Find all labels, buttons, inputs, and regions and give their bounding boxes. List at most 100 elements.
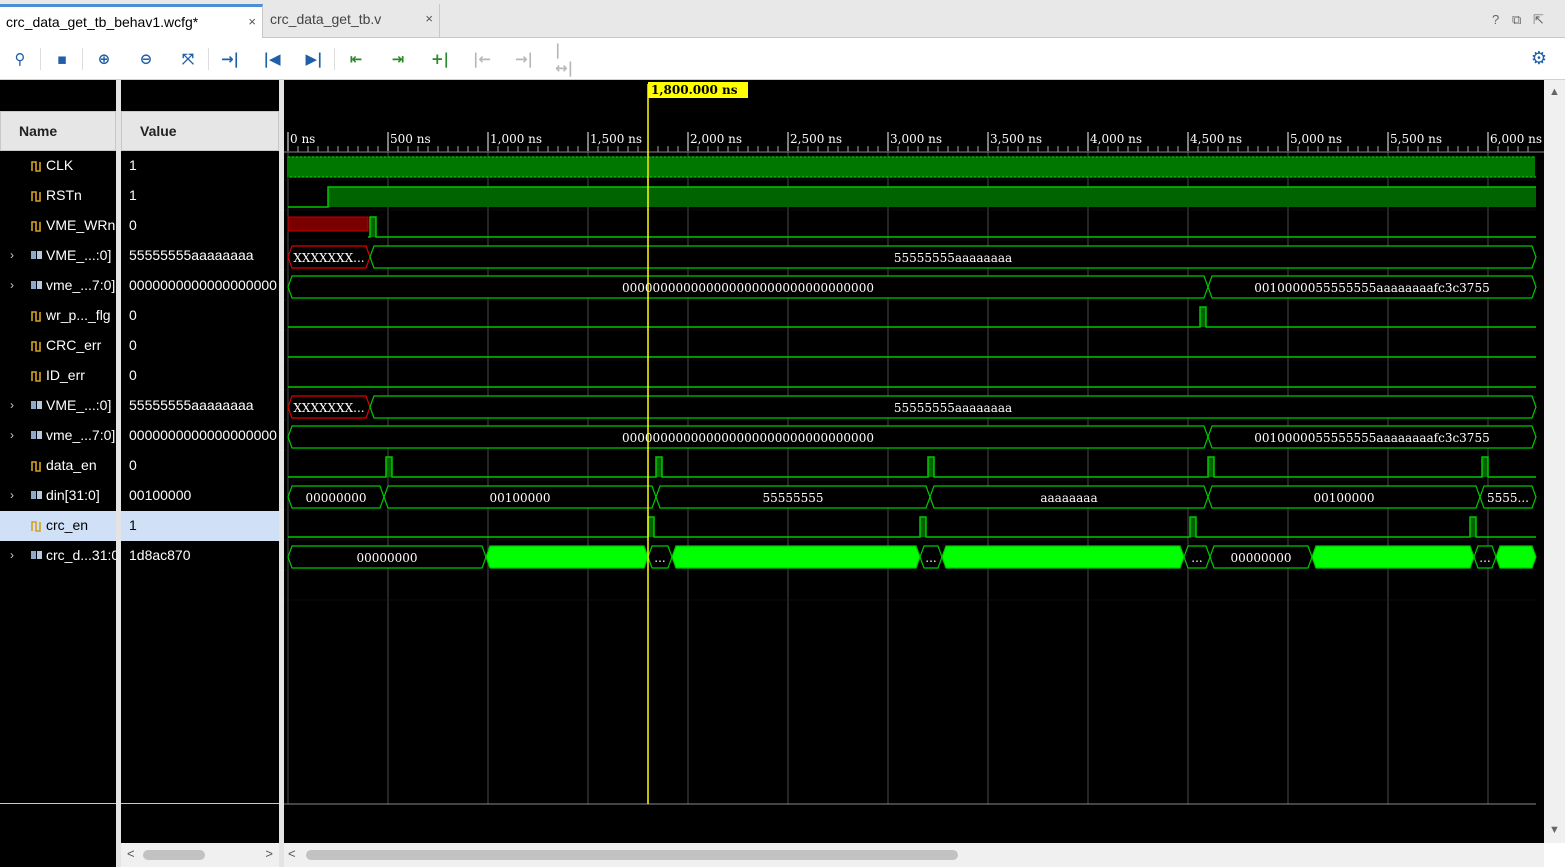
help-icon[interactable]: ? — [1492, 12, 1499, 27]
signal-name: VME_WRn — [46, 217, 116, 233]
swap-cursors-icon[interactable]: |↔| — [555, 41, 577, 77]
signal-name-row[interactable]: › vme_...7:0] — [0, 421, 116, 451]
signal-value[interactable]: 55555555aaaaaaaa — [121, 391, 279, 421]
signal-value[interactable]: 1 — [121, 151, 279, 181]
signal-name-row[interactable]: crc_en — [0, 511, 116, 541]
bit-signal-icon — [30, 158, 42, 174]
toolbar-separator — [334, 48, 335, 70]
signal-value[interactable]: 1 — [121, 181, 279, 211]
signal-value[interactable]: 0 — [121, 451, 279, 481]
scroll-left-icon[interactable]: < — [127, 846, 135, 861]
signal-name-row[interactable]: RSTn — [0, 181, 116, 211]
data-en-waveform-fill — [928, 457, 934, 477]
signal-name: CRC_err — [46, 337, 102, 353]
go-to-cursor-icon[interactable]: →| — [219, 48, 241, 70]
value-horizontal-scrollbar[interactable]: < > — [121, 843, 279, 867]
chevron-right-icon[interactable]: › — [10, 548, 14, 562]
add-marker-icon[interactable]: +| — [429, 48, 451, 70]
crc-data-waveform-segment — [1311, 545, 1475, 569]
value-column-header[interactable]: Value — [121, 111, 279, 151]
signal-value[interactable]: 1 — [121, 511, 279, 541]
gear-icon[interactable]: ⚙ — [1531, 48, 1547, 69]
vme-in-a-waveform-value-label: 55555555aaaaaaaa — [894, 251, 1012, 265]
din-waveform-value-label: 5555... — [1487, 491, 1529, 505]
chevron-right-icon[interactable]: › — [10, 488, 14, 502]
wave-horizontal-scrollbar[interactable]: < — [284, 843, 1544, 867]
close-icon[interactable]: × — [248, 7, 256, 37]
din-waveform-value-label: aaaaaaaa — [1040, 491, 1097, 505]
chevron-right-icon[interactable]: › — [10, 248, 14, 262]
bit-signal-icon — [30, 188, 42, 204]
scroll-left-icon[interactable]: < — [288, 846, 296, 861]
signal-name-row[interactable]: wr_p..._flg — [0, 301, 116, 331]
din-waveform-value-label: 55555555 — [762, 491, 823, 505]
tab-source-file[interactable]: crc_data_get_tb.v × — [264, 4, 440, 38]
data-en-waveform-fill — [656, 457, 662, 477]
signal-name: wr_p..._flg — [46, 307, 111, 323]
signal-name: data_en — [46, 457, 97, 473]
restore-icon[interactable]: ⧉ — [1512, 12, 1521, 28]
crc-data-waveform-value-label: 00000000 — [1230, 551, 1291, 565]
signal-name: vme_...7:0] — [46, 277, 116, 293]
bit-signal-icon — [30, 458, 42, 474]
tab-wcfg-label: crc_data_get_tb_behav1.wcfg* — [6, 14, 199, 30]
signal-name-row[interactable]: CRC_err — [0, 331, 116, 361]
go-to-last-time-icon[interactable]: ▶| — [303, 48, 325, 70]
crc-en-waveform — [288, 516, 1536, 538]
signal-name-row[interactable]: › crc_d...31:0] — [0, 541, 116, 571]
scrollbar-thumb[interactable] — [143, 850, 205, 860]
signal-value[interactable]: 55555555aaaaaaaa — [121, 241, 279, 271]
signal-name-row[interactable]: › din[31:0] — [0, 481, 116, 511]
signal-name-row[interactable]: › VME_...:0] — [0, 241, 116, 271]
signal-value[interactable]: 0 — [121, 211, 279, 241]
next-transition-icon[interactable]: ⇥ — [387, 48, 409, 70]
signal-value[interactable]: 1d8ac870 — [121, 541, 279, 571]
chevron-right-icon[interactable]: › — [10, 398, 14, 412]
save-icon[interactable]: ▪ — [51, 48, 73, 70]
signal-value[interactable]: 0 — [121, 361, 279, 391]
bus-signal-icon — [30, 398, 42, 414]
scroll-down-icon[interactable]: ▼ — [1549, 824, 1560, 836]
search-icon[interactable]: ⚲ — [9, 48, 31, 70]
signal-value[interactable]: 0000000000000000000 — [121, 271, 279, 301]
scroll-up-icon[interactable]: ▲ — [1549, 86, 1560, 98]
crc-data-waveform-value-label: ... — [1479, 551, 1490, 565]
scrollbar-thumb[interactable] — [306, 850, 958, 860]
close-icon[interactable]: × — [425, 4, 433, 34]
zoom-in-icon[interactable]: ⊕ — [93, 48, 115, 70]
next-marker-icon[interactable]: →| — [513, 48, 535, 70]
zoom-fit-icon[interactable]: ⤧ — [177, 48, 199, 70]
crc-data-waveform-value-label: 00000000 — [356, 551, 417, 565]
name-column-header[interactable]: Name — [0, 111, 116, 151]
ruler-tick-label: 1,000 ns — [490, 132, 542, 146]
signal-name: VME_...:0] — [46, 247, 112, 263]
chevron-right-icon[interactable]: › — [10, 428, 14, 442]
crc-data-waveform-segment — [671, 545, 921, 569]
zoom-out-icon[interactable]: ⊖ — [135, 48, 157, 70]
chevron-right-icon[interactable]: › — [10, 278, 14, 292]
previous-transition-icon[interactable]: ⇤ — [345, 48, 367, 70]
signal-value[interactable]: 0000000000000000000 — [121, 421, 279, 451]
scroll-right-icon[interactable]: > — [265, 846, 273, 861]
signal-name-row[interactable]: › vme_...7:0] — [0, 271, 116, 301]
bit-signal-icon — [30, 218, 42, 234]
ruler-tick-label: 4,000 ns — [1090, 132, 1142, 146]
toolbar-separator — [208, 48, 209, 70]
ruler-tick-label: 5,000 ns — [1290, 132, 1342, 146]
waveform-canvas[interactable]: 0 ns 500 ns 1,000 ns 1,500 ns 2,000 ns 2,500 … — [284, 80, 1544, 843]
signal-value[interactable]: 0 — [121, 301, 279, 331]
signal-value[interactable]: 0 — [121, 331, 279, 361]
signal-name-row[interactable]: › VME_...:0] — [0, 391, 116, 421]
tab-wcfg[interactable]: crc_data_get_tb_behav1.wcfg* × — [0, 4, 263, 38]
signal-value[interactable]: 00100000 — [121, 481, 279, 511]
maximize-icon[interactable]: ⇱ — [1533, 12, 1544, 28]
previous-marker-icon[interactable]: |← — [471, 48, 493, 70]
signal-name-row[interactable]: data_en — [0, 451, 116, 481]
crc-data-waveform-value-label: ... — [654, 551, 665, 565]
vertical-scrollbar[interactable]: ▲ ▼ — [1544, 80, 1565, 843]
go-to-time-0-icon[interactable]: |◀ — [261, 48, 283, 70]
vme-out-b-waveform-value-label: 0010000055555555aaaaaaaafc3c3755 — [1254, 431, 1489, 445]
signal-name-row[interactable]: ID_err — [0, 361, 116, 391]
signal-name-row[interactable]: CLK — [0, 151, 116, 181]
signal-name-row[interactable]: VME_WRn — [0, 211, 116, 241]
